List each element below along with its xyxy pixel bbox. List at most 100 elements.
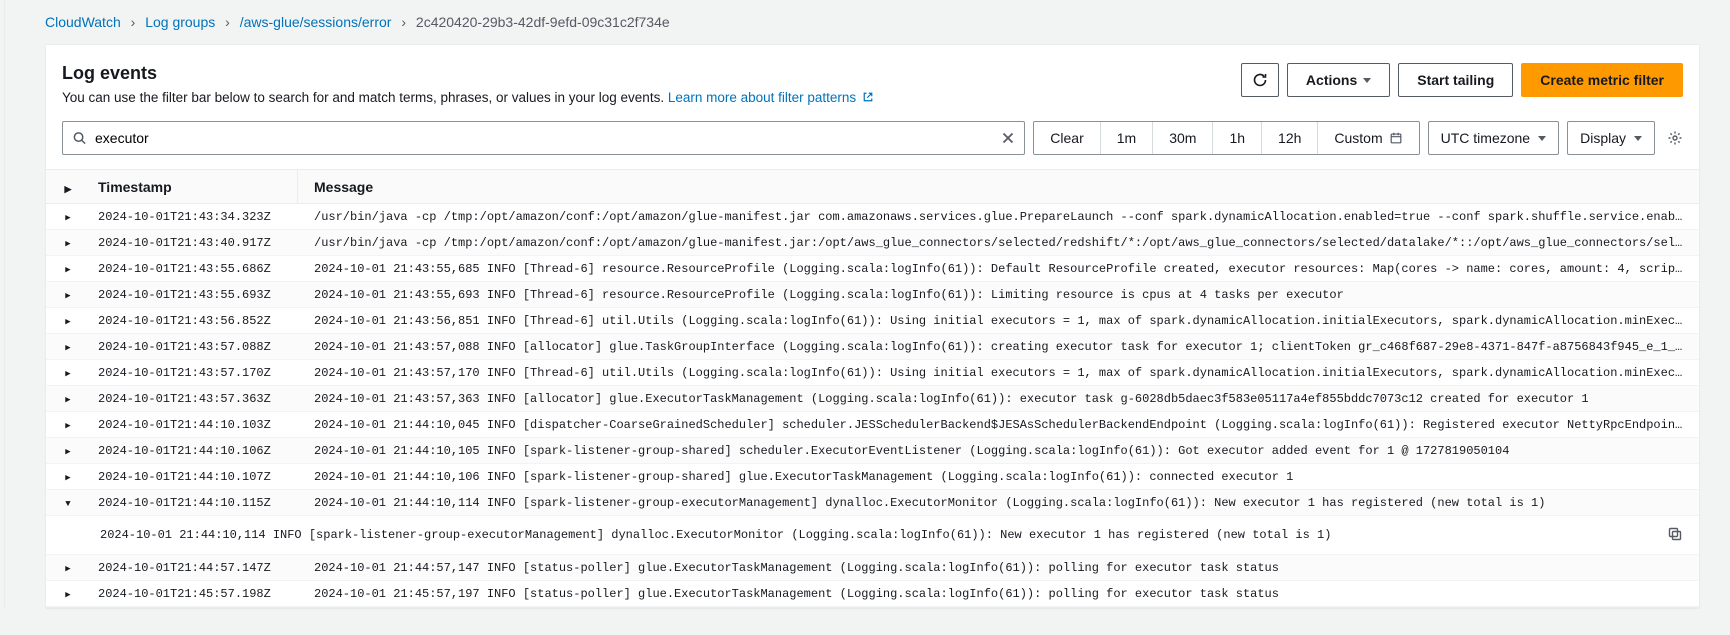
row-message: 2024-10-01 21:43:55,693 INFO [Thread-6] … bbox=[298, 288, 1699, 302]
row-timestamp: 2024-10-01T21:43:57.088Z bbox=[90, 340, 298, 354]
caret-right-icon bbox=[65, 444, 70, 458]
caret-down-icon bbox=[1538, 136, 1546, 141]
caret-right-icon bbox=[65, 314, 70, 328]
time-clear-button[interactable]: Clear bbox=[1034, 122, 1100, 154]
row-expand-toggle[interactable] bbox=[46, 444, 90, 458]
breadcrumb-link[interactable]: /aws-glue/sessions/error bbox=[240, 14, 392, 30]
row-message: 2024-10-01 21:43:55,685 INFO [Thread-6] … bbox=[298, 262, 1699, 276]
create-metric-filter-button[interactable]: Create metric filter bbox=[1521, 63, 1683, 97]
row-message: /usr/bin/java -cp /tmp:/opt/amazon/conf:… bbox=[298, 236, 1699, 250]
panel-header: Log events You can use the filter bar be… bbox=[46, 45, 1699, 115]
caret-right-icon bbox=[65, 236, 70, 250]
page-subtitle: You can use the filter bar below to sear… bbox=[62, 90, 874, 105]
time-custom-label: Custom bbox=[1334, 130, 1382, 146]
toolbar: Clear 1m 30m 1h 12h Custom UTC timezone … bbox=[46, 115, 1699, 169]
clear-input-icon[interactable] bbox=[999, 129, 1017, 147]
expand-all-toggle[interactable] bbox=[46, 179, 90, 195]
timezone-select[interactable]: UTC timezone bbox=[1428, 121, 1559, 155]
table-row: 2024-10-01T21:43:57.170Z2024-10-01 21:43… bbox=[46, 360, 1699, 386]
time-30m-button[interactable]: 30m bbox=[1153, 122, 1213, 154]
row-expand-toggle[interactable] bbox=[46, 392, 90, 406]
gear-icon[interactable] bbox=[1667, 130, 1683, 146]
table-row: 2024-10-01T21:44:10.107Z2024-10-01 21:44… bbox=[46, 464, 1699, 490]
caret-right-icon bbox=[65, 288, 70, 302]
time-range-group: Clear 1m 30m 1h 12h Custom bbox=[1033, 121, 1419, 155]
breadcrumb-current: 2c420420-29b3-42df-9efd-09c31c2f734e bbox=[416, 14, 670, 30]
caret-down-icon bbox=[1634, 136, 1642, 141]
actions-button-label: Actions bbox=[1306, 70, 1357, 90]
table-row: 2024-10-01T21:44:10.103Z2024-10-01 21:44… bbox=[46, 412, 1699, 438]
row-timestamp: 2024-10-01T21:44:57.147Z bbox=[90, 561, 298, 575]
table-row: 2024-10-01T21:43:55.693Z2024-10-01 21:43… bbox=[46, 282, 1699, 308]
table-row: 2024-10-01T21:44:10.106Z2024-10-01 21:44… bbox=[46, 438, 1699, 464]
caret-right-icon bbox=[65, 470, 70, 484]
caret-down-icon bbox=[65, 496, 70, 510]
row-expand-toggle[interactable] bbox=[46, 561, 90, 575]
log-events-panel: Log events You can use the filter bar be… bbox=[45, 44, 1700, 608]
row-expand-toggle[interactable] bbox=[46, 288, 90, 302]
table-row: 2024-10-01T21:43:57.363Z2024-10-01 21:43… bbox=[46, 386, 1699, 412]
row-expand-toggle[interactable] bbox=[46, 496, 90, 510]
row-expand-toggle[interactable] bbox=[46, 470, 90, 484]
row-timestamp: 2024-10-01T21:44:10.106Z bbox=[90, 444, 298, 458]
row-expand-toggle[interactable] bbox=[46, 587, 90, 601]
row-message: 2024-10-01 21:44:10,045 INFO [dispatcher… bbox=[298, 418, 1699, 432]
row-timestamp: 2024-10-01T21:43:57.363Z bbox=[90, 392, 298, 406]
row-timestamp: 2024-10-01T21:44:10.103Z bbox=[90, 418, 298, 432]
column-header-timestamp[interactable]: Timestamp bbox=[90, 170, 298, 203]
row-timestamp: 2024-10-01T21:43:40.917Z bbox=[90, 236, 298, 250]
search-input[interactable] bbox=[62, 121, 1025, 155]
start-tailing-button[interactable]: Start tailing bbox=[1398, 63, 1513, 97]
page-title: Log events bbox=[62, 63, 874, 84]
caret-right-icon bbox=[65, 561, 70, 575]
caret-right-icon bbox=[65, 210, 70, 224]
row-message: 2024-10-01 21:45:57,197 INFO [status-pol… bbox=[298, 587, 1699, 601]
row-timestamp: 2024-10-01T21:43:55.686Z bbox=[90, 262, 298, 276]
display-select[interactable]: Display bbox=[1567, 121, 1655, 155]
copy-icon[interactable] bbox=[1667, 526, 1683, 542]
row-expand-toggle[interactable] bbox=[46, 262, 90, 276]
row-expand-toggle[interactable] bbox=[46, 418, 90, 432]
breadcrumb-link[interactable]: Log groups bbox=[145, 14, 215, 30]
table-body: 2024-10-01T21:43:34.323Z/usr/bin/java -c… bbox=[46, 204, 1699, 607]
row-expanded-detail: 2024-10-01 21:44:10,114 INFO [spark-list… bbox=[46, 516, 1699, 555]
time-1m-button[interactable]: 1m bbox=[1101, 122, 1153, 154]
row-expand-toggle[interactable] bbox=[46, 340, 90, 354]
row-expand-toggle[interactable] bbox=[46, 366, 90, 380]
table-header: Timestamp Message bbox=[46, 169, 1699, 204]
actions-button[interactable]: Actions bbox=[1287, 63, 1390, 97]
column-header-message[interactable]: Message bbox=[298, 179, 1699, 195]
time-custom-button[interactable]: Custom bbox=[1318, 122, 1418, 154]
search-icon bbox=[72, 131, 87, 146]
row-expand-toggle[interactable] bbox=[46, 236, 90, 250]
refresh-button[interactable] bbox=[1241, 63, 1279, 97]
row-message: 2024-10-01 21:44:10,114 INFO [spark-list… bbox=[298, 496, 1699, 510]
refresh-icon bbox=[1252, 72, 1268, 88]
time-12h-button[interactable]: 12h bbox=[1262, 122, 1318, 154]
timezone-label: UTC timezone bbox=[1441, 130, 1530, 146]
external-link-icon bbox=[862, 91, 874, 103]
learn-more-link[interactable]: Learn more about filter patterns bbox=[668, 90, 874, 105]
table-row: 2024-10-01T21:43:55.686Z2024-10-01 21:43… bbox=[46, 256, 1699, 282]
row-message: 2024-10-01 21:44:10,105 INFO [spark-list… bbox=[298, 444, 1699, 458]
row-timestamp: 2024-10-01T21:43:57.170Z bbox=[90, 366, 298, 380]
row-detail-text: 2024-10-01 21:44:10,114 INFO [spark-list… bbox=[100, 528, 1699, 542]
caret-right-icon bbox=[65, 392, 70, 406]
caret-right-icon bbox=[65, 587, 70, 601]
row-message: /usr/bin/java -cp /tmp:/opt/amazon/conf:… bbox=[298, 210, 1699, 224]
time-1h-button[interactable]: 1h bbox=[1213, 122, 1262, 154]
table-row: 2024-10-01T21:43:56.852Z2024-10-01 21:43… bbox=[46, 308, 1699, 334]
row-message: 2024-10-01 21:43:57,363 INFO [allocator]… bbox=[298, 392, 1699, 406]
chevron-right-icon: › bbox=[401, 14, 406, 30]
caret-right-icon bbox=[65, 340, 70, 354]
row-expand-toggle[interactable] bbox=[46, 314, 90, 328]
row-expand-toggle[interactable] bbox=[46, 210, 90, 224]
breadcrumb: CloudWatch › Log groups › /aws-glue/sess… bbox=[5, 0, 1730, 44]
subtitle-text: You can use the filter bar below to sear… bbox=[62, 90, 668, 105]
breadcrumb-link[interactable]: CloudWatch bbox=[45, 14, 121, 30]
row-timestamp: 2024-10-01T21:43:34.323Z bbox=[90, 210, 298, 224]
row-timestamp: 2024-10-01T21:44:10.115Z bbox=[90, 496, 298, 510]
row-message: 2024-10-01 21:43:56,851 INFO [Thread-6] … bbox=[298, 314, 1699, 328]
caret-right-icon bbox=[65, 418, 70, 432]
table-row: 2024-10-01T21:43:34.323Z/usr/bin/java -c… bbox=[46, 204, 1699, 230]
